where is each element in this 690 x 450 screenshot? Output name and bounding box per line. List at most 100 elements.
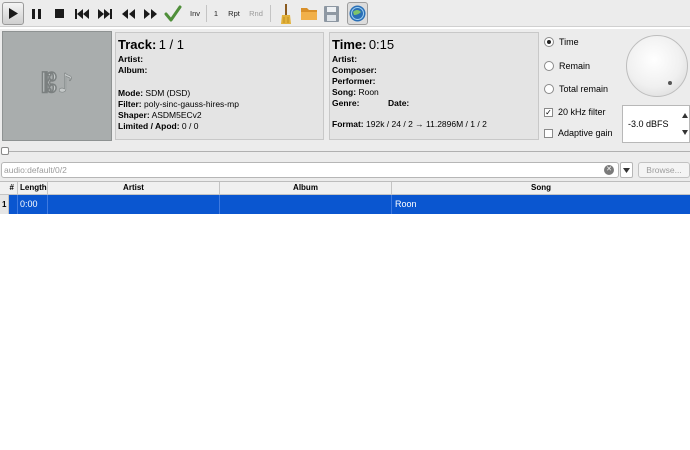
row-number: 1: [0, 195, 9, 214]
remain-radio[interactable]: Remain: [544, 61, 590, 71]
time-value: 0:15: [368, 37, 395, 52]
song-value: Roon: [358, 87, 379, 97]
file-path-placeholder: audio:default/0/2: [4, 165, 67, 175]
total-remain-radio-label: Total remain: [559, 84, 609, 94]
folder-icon: [301, 8, 317, 20]
column-header-length[interactable]: Length: [18, 182, 48, 195]
stop-button[interactable]: [50, 2, 68, 25]
previous-track-button[interactable]: [73, 2, 91, 25]
broom-icon: [281, 3, 291, 24]
time-artist-label: Artist:: [332, 54, 358, 64]
limited-value: 0 / 0: [181, 121, 199, 131]
clear-icon[interactable]: ✕: [604, 165, 614, 175]
column-header-artist[interactable]: Artist: [48, 182, 220, 195]
column-header-number[interactable]: #: [0, 182, 18, 195]
play-icon: [9, 8, 18, 19]
filter-label: Filter:: [118, 99, 142, 109]
album-label: Album:: [118, 65, 148, 75]
time-info-panel: Time: 0:15 Artist: Composer: Performer: …: [329, 32, 539, 140]
pause-icon: [31, 8, 41, 19]
pause-button[interactable]: [27, 2, 45, 25]
fast-forward-button[interactable]: [141, 2, 159, 25]
column-header-album[interactable]: Album: [220, 182, 392, 195]
20khz-filter-label: 20 kHz filter: [558, 107, 606, 117]
date-label: Date:: [388, 98, 410, 108]
count-button[interactable]: 1: [210, 2, 222, 25]
checkmark-icon: ✓: [544, 107, 553, 117]
save-icon: [323, 5, 339, 22]
rewind-icon: [121, 8, 135, 19]
time-label: Time:: [332, 37, 367, 52]
repeat-label: Rpt: [228, 9, 240, 18]
invert-label: Inv: [189, 9, 200, 18]
file-path-input[interactable]: audio:default/0/2: [1, 162, 619, 178]
check-button[interactable]: [163, 2, 183, 25]
repeat-button[interactable]: Rpt: [225, 2, 243, 25]
20khz-filter-checkbox[interactable]: ✓ 20 kHz filter: [544, 107, 606, 117]
row-length: 0:00: [18, 195, 48, 214]
mode-label: Mode:: [118, 88, 144, 98]
random-label: Rnd: [249, 9, 263, 18]
position-slider-row: [0, 145, 690, 159]
stop-icon: [54, 9, 64, 18]
radio-indicator: [544, 37, 554, 47]
browse-button[interactable]: Browse...: [638, 162, 690, 178]
save-button[interactable]: [321, 2, 341, 25]
performer-label: Performer:: [332, 76, 376, 86]
play-button[interactable]: [2, 2, 24, 25]
gain-spinner[interactable]: [680, 105, 690, 143]
toolbar-divider: [206, 5, 207, 22]
invert-button[interactable]: Inv: [186, 2, 204, 25]
info-area: 𝄡♪ Track: 1 / 1 Artist: Album: Mode: SDM…: [0, 29, 690, 145]
shaper-label: Shaper:: [118, 110, 150, 120]
adaptive-gain-checkbox[interactable]: Adaptive gain: [544, 128, 613, 138]
track-label: Track:: [118, 37, 157, 52]
rewind-button[interactable]: [119, 2, 137, 25]
volume-knob[interactable]: [626, 35, 688, 97]
hqplayer-logo-icon: 𝄡♪: [41, 69, 74, 100]
mode-value: SDM (DSD): [145, 88, 191, 98]
next-track-button[interactable]: [96, 2, 114, 25]
table-row[interactable]: 0:00 Roon: [0, 195, 690, 214]
track-value: 1 / 1: [158, 37, 184, 52]
shaper-value: ASDM5ECv2: [151, 110, 202, 120]
fast-forward-icon: [143, 8, 157, 19]
row-song: Roon: [395, 199, 417, 209]
position-slider-track[interactable]: [4, 151, 690, 152]
row-artist: [48, 195, 220, 214]
format-value: 192k / 24 / 2 → 11.2896M / 1 / 2: [366, 119, 487, 129]
row-album: [220, 195, 392, 214]
time-radio[interactable]: Time: [544, 37, 579, 47]
toolbar-divider: [270, 5, 271, 22]
count-label: 1: [213, 9, 219, 18]
remain-radio-label: Remain: [559, 61, 591, 71]
playlist-table: # Length Artist Album Song 0:00 Roon 1: [0, 181, 690, 450]
table-header: # Length Artist Album Song: [0, 182, 690, 195]
file-path-dropdown[interactable]: [620, 162, 633, 178]
time-radio-label: Time: [559, 37, 579, 47]
random-button[interactable]: Rnd: [247, 2, 265, 25]
column-header-song[interactable]: Song: [392, 182, 690, 195]
open-folder-button[interactable]: [298, 2, 320, 25]
adaptive-gain-label: Adaptive gain: [558, 128, 613, 138]
clear-playlist-button[interactable]: [276, 2, 296, 25]
chevron-down-icon: [623, 167, 630, 173]
row-spacer: [9, 195, 18, 214]
song-label: Song:: [332, 87, 357, 97]
total-remain-radio[interactable]: Total remain: [544, 84, 608, 94]
previous-track-icon: [75, 8, 89, 19]
position-slider-handle[interactable]: [1, 147, 9, 155]
checkbox-indicator: [544, 128, 553, 138]
svg-text:𝄡♪: 𝄡♪: [41, 69, 73, 99]
next-track-icon: [98, 8, 112, 19]
gain-value: -3.0 dBFS: [628, 119, 669, 129]
browse-label: Browse...: [646, 165, 682, 175]
album-cover: 𝄡♪: [2, 31, 112, 141]
format-label: Format:: [332, 119, 364, 129]
network-button[interactable]: [347, 2, 368, 25]
filter-value: poly-sinc-gauss-hires-mp: [144, 99, 239, 109]
artist-label: Artist:: [118, 54, 144, 64]
device-row: audio:default/0/2 ✕ Browse...: [0, 159, 690, 181]
spinner-arrows-icon: [682, 113, 688, 135]
globe-icon: [349, 5, 366, 22]
